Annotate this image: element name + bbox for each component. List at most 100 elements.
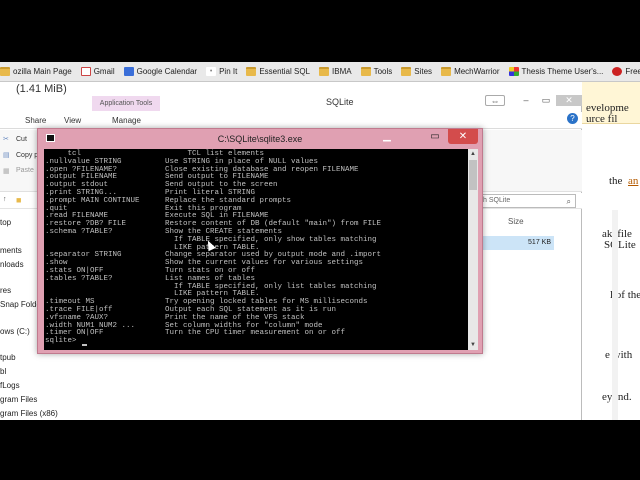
console-output[interactable]: tcl TCL list elements .nullvalue STRING Us… [44,149,468,350]
nav-item[interactable]: bl [0,367,6,376]
bookmark-label: IBMA [332,67,352,76]
console-description: Try opening locked tables for MS millise… [165,298,368,307]
bookmark-4[interactable]: • Pin It [206,67,237,76]
minimize-icon[interactable]: – [520,95,532,106]
bookmark-6[interactable]: IBMA [319,67,352,76]
console-description: Set column widths for "column" mode [165,321,323,330]
console-text: tcl TCL list elements .nullvalue STRING Us… [44,149,468,346]
paste-shortcut-button[interactable]: Paste [16,167,34,174]
console-description: Show the current values for various sett… [165,259,364,268]
nav-item[interactable]: tpub [0,353,16,362]
console-description: Change separator used by output mode and… [165,251,382,260]
console-description: LIKE pattern TABLE. [165,290,260,299]
console-description: TCL list elements [165,150,265,158]
restore-icon[interactable]: ⇔ [485,95,505,106]
nav-arrow-icon[interactable]: ↑ [3,196,7,203]
bookmark-label: Free Photos - [625,67,640,76]
console-description: List names of tables [165,274,256,283]
console-description: Execute SQL in FILENAME [165,212,269,221]
background-webpage: evelopme urce fil the an akefile SQLite … [582,82,640,420]
console-line: .show Show the current values for various… [44,259,468,268]
screen: ozilla Main Page Gmail Google Calendar • Pin… [0,0,640,480]
webpage-text-7: e with [605,349,633,361]
letterbox-bottom [0,420,640,480]
text-cursor [82,343,88,346]
explorer-scrollbar[interactable] [612,210,618,420]
folder-icon [401,67,412,76]
nav-item[interactable]: fLogs [0,381,20,390]
console-line: .prompt MAIN CONTINUE Replace the standar… [44,196,468,206]
console-minimize-icon[interactable]: ▁ [374,129,400,144]
bookmark-11[interactable]: Free Photos - [612,67,640,76]
folder-icon [441,67,452,76]
console-prompt[interactable]: sqlite> [44,337,468,346]
nav-item[interactable]: gram Files [0,395,37,404]
bookmark-label: Gmail [93,67,115,76]
scroll-up-icon[interactable]: ▲ [468,149,478,159]
file-row-selected[interactable]: 517 KB [482,236,554,250]
nav-item[interactable]: gram Files (x86) [0,409,58,418]
search-placeholder: h SQLite [483,197,511,204]
nav-item[interactable]: top [0,218,11,227]
help-icon[interactable]: ? [567,113,578,124]
console-line: .timer ON|OFF Turn the CPU timer measurem… [44,329,468,338]
tab-manage[interactable]: Manage [112,116,141,125]
application-tools-tab[interactable]: Application Tools [92,96,160,111]
column-header-size[interactable]: Size [508,217,524,226]
copy-path-icon: ▤ [3,152,10,159]
cal-icon [123,67,134,76]
webpage-text-2: urce fil [586,113,618,125]
bookmark-label: Thesis Theme User's... [521,67,604,76]
console-scrollbar[interactable]: ▲ ▼ [468,149,478,350]
nav-item[interactable]: res [0,286,11,295]
console-description: Send output to the screen [165,181,278,190]
webpage-link[interactable]: an [628,175,638,187]
scroll-down-icon[interactable]: ▼ [468,340,478,350]
folder-icon [0,67,10,76]
nav-item[interactable]: ows (C:) [0,327,30,336]
console-window: C:\SQLite\sqlite3.exe ▁ ▭ ✕ tcl TCL list… [37,128,483,354]
console-close-icon[interactable]: ✕ [448,129,478,144]
console-description: Print the name of the VFS stack [165,313,305,322]
copy-path-button[interactable]: Copy p [16,152,38,159]
nav-item[interactable]: ments [0,246,22,255]
navigation-pane: top ments nloads res Snap Folde ows (C:)… [0,210,58,420]
maximize-icon[interactable]: ▭ [540,95,552,106]
bookmark-5[interactable]: Essential SQL [246,67,310,76]
tab-share[interactable]: Share [25,116,46,125]
bookmark-label: ozilla Main Page [13,67,72,76]
paste-shortcut-icon: ▦ [3,168,10,175]
console-description: Close existing database and reopen FILEN… [165,165,359,174]
bookmark-2[interactable]: Gmail [80,67,115,76]
console-maximize-icon[interactable]: ▭ [428,129,442,144]
bookmark-9[interactable]: MechWarrior [441,67,500,76]
console-description: If TABLE specified, only show tables mat… [165,235,377,244]
bookmark-label: MechWarrior [454,67,500,76]
bookmark-label: Pin It [219,67,238,76]
letterbox-top [0,0,640,62]
bookmark-7[interactable]: Tools [360,67,392,76]
thesis-icon [508,67,519,76]
bookmark-3[interactable]: Google Calendar [123,67,197,76]
bookmark-1[interactable]: ozilla Main Page [0,67,72,76]
close-icon[interactable]: ✕ [556,95,582,106]
console-description: Output each SQL statement as it is run [165,305,337,314]
console-description: Replace the standard prompts [165,196,292,205]
console-description: Print literal STRING [165,188,256,197]
console-description: Turn stats on or off [165,266,256,275]
bookmark-8[interactable]: Sites [401,67,432,76]
bookmark-label: Essential SQL [259,67,311,76]
cut-icon: ✂ [3,136,9,143]
tab-view[interactable]: View [64,116,81,125]
bookmark-10[interactable]: Thesis Theme User's... [508,67,604,76]
console-titlebar[interactable]: C:\SQLite\sqlite3.exe ▁ ▭ ✕ [38,129,482,148]
nav-item[interactable]: nloads [0,260,24,269]
console-title: C:\SQLite\sqlite3.exe [217,134,303,144]
folder-icon [319,67,330,76]
nav-item[interactable]: Snap Folde [0,300,41,309]
search-input[interactable]: h SQLite ⌕ [472,194,576,208]
cut-button[interactable]: Cut [16,136,27,143]
scroll-thumb[interactable] [469,160,477,190]
free-icon [612,67,623,76]
bookmarks-bar: ozilla Main Page Gmail Google Calendar • Pin… [0,62,640,82]
